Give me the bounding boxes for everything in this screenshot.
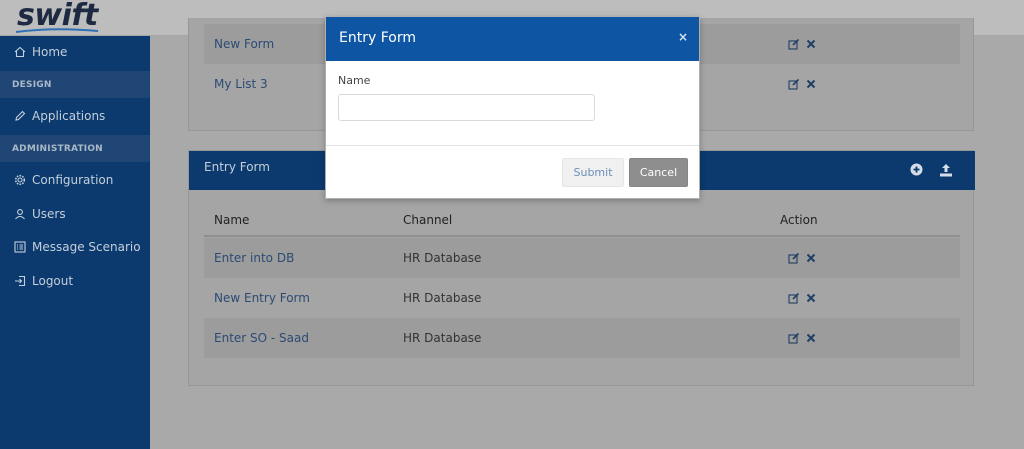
delete-icon[interactable] xyxy=(806,79,816,89)
pencil-icon xyxy=(13,110,26,123)
modal-divider xyxy=(326,145,699,146)
logout-icon xyxy=(13,275,26,288)
row-channel: HR Database xyxy=(403,251,482,265)
name-field-label: Name xyxy=(338,74,371,87)
panel-title: Entry Form xyxy=(204,160,270,174)
sidebar-item-label: Logout xyxy=(32,274,74,288)
table-row: Enter into DB HR Database xyxy=(204,238,960,278)
submit-button[interactable]: Submit xyxy=(562,158,624,187)
table-row: New Entry Form HR Database xyxy=(204,278,960,318)
delete-icon[interactable] xyxy=(806,253,816,263)
row-name-link[interactable]: My List 3 xyxy=(214,77,268,91)
modal-title: Entry Form xyxy=(339,30,416,46)
user-icon xyxy=(13,208,26,221)
sidebar-section-administration: ADMINISTRATION xyxy=(0,135,150,162)
sidebar-item-label: Users xyxy=(32,207,66,221)
row-name-link[interactable]: New Form xyxy=(214,37,274,51)
table-header: Name Channel Action xyxy=(204,209,960,237)
logo-swoosh-icon xyxy=(15,28,99,33)
sidebar-item-message-scenario[interactable]: Message Scenario xyxy=(0,231,150,263)
row-name-link[interactable]: Enter SO - Saad xyxy=(214,331,309,345)
edit-icon[interactable] xyxy=(788,38,800,50)
sidebar-item-applications[interactable]: Applications xyxy=(0,100,150,132)
row-name-link[interactable]: Enter into DB xyxy=(214,251,294,265)
sidebar-item-label: Applications xyxy=(32,109,106,123)
upload-icon[interactable] xyxy=(939,163,953,177)
row-channel: HR Database xyxy=(403,331,482,345)
column-header-name: Name xyxy=(214,213,250,227)
name-input[interactable] xyxy=(338,94,595,121)
add-circle-icon[interactable] xyxy=(910,163,923,176)
sidebar-item-label: Message Scenario xyxy=(32,240,141,254)
edit-icon[interactable] xyxy=(788,252,800,264)
sidebar-item-label: Configuration xyxy=(32,173,114,187)
delete-icon[interactable] xyxy=(806,293,816,303)
close-icon[interactable]: × xyxy=(678,30,688,44)
edit-icon[interactable] xyxy=(788,332,800,344)
modal-header: Entry Form × xyxy=(326,17,699,61)
sidebar-section-design: DESIGN xyxy=(0,71,150,98)
gear-icon xyxy=(13,174,26,187)
sidebar-item-label: Home xyxy=(32,45,68,59)
row-name-link[interactable]: New Entry Form xyxy=(214,291,310,305)
row-channel: HR Database xyxy=(403,291,482,305)
edit-icon[interactable] xyxy=(788,292,800,304)
sidebar-item-logout[interactable]: Logout xyxy=(0,265,150,297)
delete-icon[interactable] xyxy=(806,39,816,49)
sidebar-item-configuration[interactable]: Configuration xyxy=(0,164,150,196)
column-header-action: Action xyxy=(780,213,818,227)
edit-icon[interactable] xyxy=(788,78,800,90)
cancel-button[interactable]: Cancel xyxy=(629,158,688,187)
sidebar: Home DESIGN Applications ADMINISTRATION … xyxy=(0,36,150,449)
home-icon xyxy=(13,46,26,59)
sidebar-item-users[interactable]: Users xyxy=(0,198,150,230)
table-row: Enter SO - Saad HR Database xyxy=(204,318,960,358)
delete-icon[interactable] xyxy=(806,333,816,343)
grid-icon xyxy=(13,241,26,254)
column-header-channel: Channel xyxy=(403,213,453,227)
entry-form-modal: Entry Form × Name Submit Cancel xyxy=(325,16,700,199)
sidebar-item-home[interactable]: Home xyxy=(0,36,150,68)
